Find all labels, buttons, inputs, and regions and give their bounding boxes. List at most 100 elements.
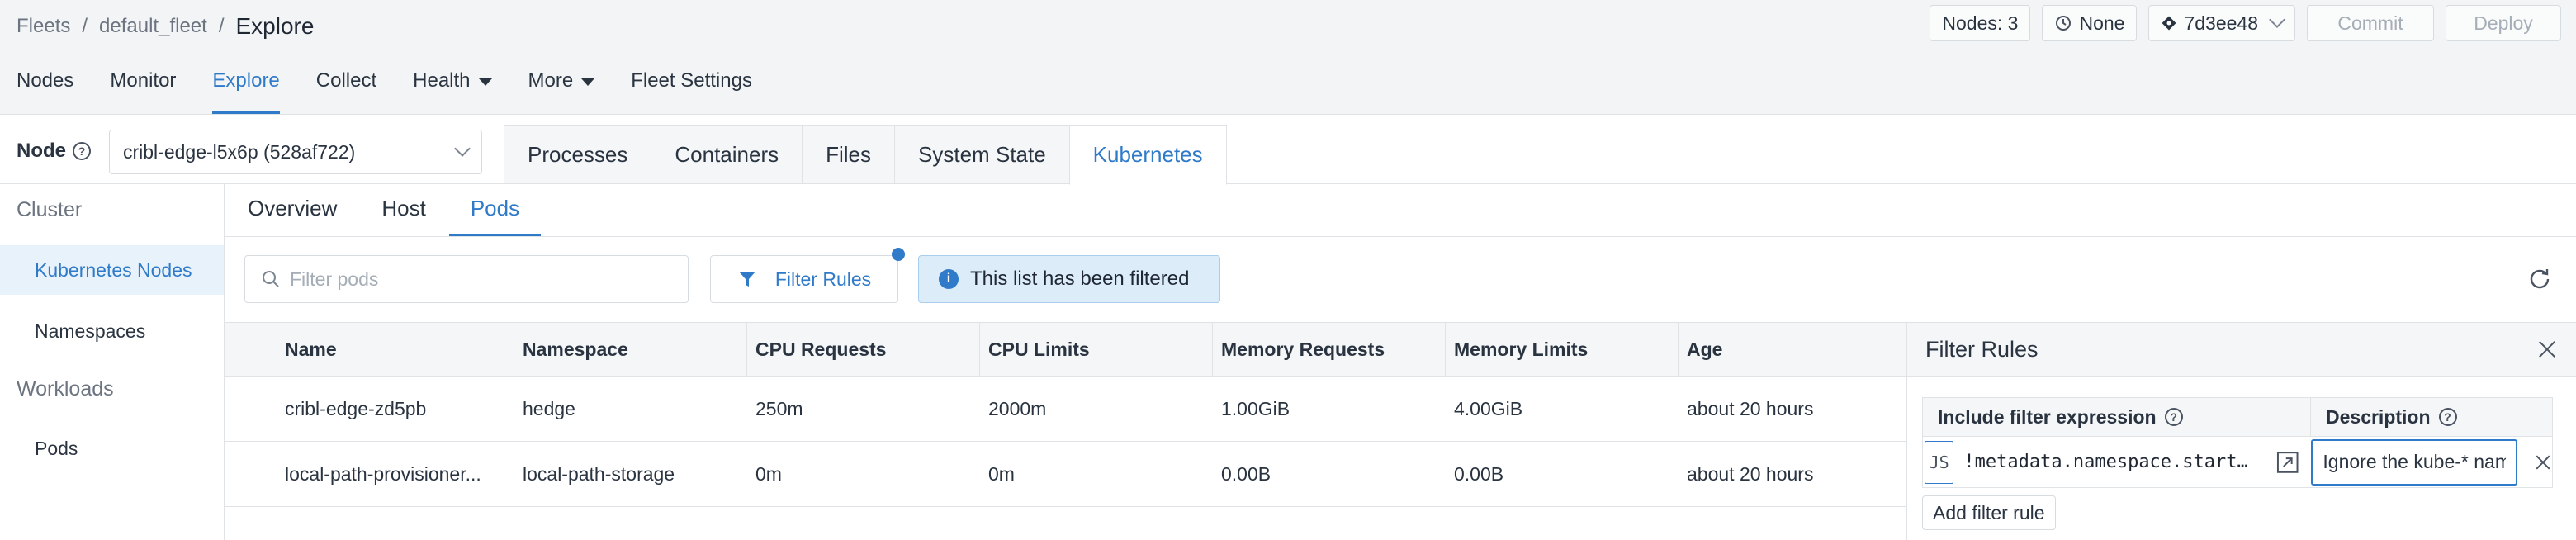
tab-files-label: Files <box>826 141 872 167</box>
tab-containers[interactable]: Containers <box>651 125 803 184</box>
help-icon[interactable]: ? <box>2438 408 2457 426</box>
caret-down-icon <box>478 78 492 86</box>
node-select[interactable]: cribl-edge-l5x6p (528af722) <box>109 130 482 174</box>
nav-explore[interactable]: Explore <box>212 66 280 114</box>
nodes-count-badge[interactable]: Nodes: 3 <box>1930 5 2031 41</box>
history-icon <box>2056 16 2072 31</box>
nav-collect[interactable]: Collect <box>316 66 376 114</box>
filter-active-indicator <box>892 248 905 261</box>
commit-hash-label: 7d3ee48 <box>2184 12 2258 34</box>
commit-button[interactable]: Commit <box>2307 5 2434 41</box>
deploy-button[interactable]: Deploy <box>2446 5 2561 41</box>
column-header[interactable]: CPU Requests <box>747 323 980 376</box>
help-icon[interactable]: ? <box>73 142 91 160</box>
cell-name: local-path-provisioner... <box>285 462 481 485</box>
page-title: Explore <box>235 13 315 39</box>
subtab-host-label: Host <box>381 196 426 220</box>
cell-cpu-limits: 2000m <box>988 397 1047 419</box>
filter-rules-button[interactable]: Filter Rules <box>710 255 898 303</box>
help-icon[interactable]: ? <box>2164 408 2183 426</box>
cell-namespace: local-path-storage <box>523 462 675 485</box>
column-header[interactable]: Namespace <box>514 323 747 376</box>
nav-more-label: More <box>528 69 574 92</box>
cell-name: cribl-edge-zd5pb <box>285 397 427 419</box>
nodes-count-label: Nodes: 3 <box>1942 12 2019 34</box>
sidebar-item-pods[interactable]: Pods <box>0 424 224 473</box>
nav-fleet-settings[interactable]: Fleet Settings <box>631 66 752 114</box>
breadcrumb-fleet[interactable]: default_fleet <box>99 12 207 41</box>
node-bar: Node ? cribl-edge-l5x6p (528af722) Proce… <box>0 115 2576 185</box>
commit-label: Commit <box>2337 12 2403 34</box>
filter-rules-table: Include filter expression ? Description … <box>1922 397 2553 488</box>
column-header[interactable]: Age <box>1679 323 1906 376</box>
add-filter-rule-label: Add filter rule <box>1933 501 2045 523</box>
subtabs-divider <box>225 236 2576 237</box>
subtab-pods[interactable]: Pods <box>448 184 542 237</box>
top-header: Fleets / default_fleet / Explore Nodes: … <box>0 0 2576 115</box>
refresh-icon[interactable] <box>2528 267 2551 290</box>
sidebar-item-namespaces[interactable]: Namespaces <box>0 306 224 356</box>
none-selector[interactable]: None <box>2042 5 2138 41</box>
cell-namespace: hedge <box>523 397 575 419</box>
table-row[interactable]: local-path-provisioner... local-path-sto… <box>225 442 1906 507</box>
filter-expression-field[interactable]: !metadata.namespace.startsWith('kube-') <box>1963 452 2257 472</box>
nav-more[interactable]: More <box>528 66 595 114</box>
filter-rules-panel-title: Filter Rules <box>1925 336 2039 362</box>
nav-nodes[interactable]: Nodes <box>17 66 73 114</box>
nav-fleet-settings-label: Fleet Settings <box>631 69 752 92</box>
chevron-down-icon <box>454 140 471 157</box>
sidebar-item-kubernetes-nodes[interactable]: Kubernetes Nodes <box>0 245 224 295</box>
filter-pods-input[interactable] <box>290 268 670 291</box>
explore-tabs: Processes Containers Files System State … <box>504 125 1227 185</box>
node-label: Node ? <box>17 140 91 163</box>
column-header[interactable]: Name <box>225 323 514 376</box>
sidebar-item-label: Kubernetes Nodes <box>35 258 192 281</box>
subtab-host[interactable]: Host <box>381 184 425 237</box>
column-include-filter-expression: Include filter expression ? <box>1923 398 2311 436</box>
nav-health[interactable]: Health <box>413 66 492 114</box>
cell-age: about 20 hours <box>1687 397 1814 419</box>
close-icon[interactable] <box>2536 339 2558 360</box>
tab-files[interactable]: Files <box>802 125 895 184</box>
add-filter-rule-button[interactable]: Add filter rule <box>1922 495 2056 530</box>
column-description: Description ? <box>2311 398 2517 436</box>
expand-editor-icon[interactable] <box>2275 450 2299 475</box>
filtered-notice: i This list has been filtered <box>918 255 1220 303</box>
commit-icon <box>2162 16 2176 31</box>
sidebar: Cluster Kubernetes Nodes Namespaces Work… <box>0 184 225 540</box>
chevron-down-icon <box>2269 12 2285 28</box>
description-input[interactable] <box>2311 438 2518 486</box>
nav-health-label: Health <box>413 69 471 92</box>
column-header[interactable]: CPU Limits <box>980 323 1213 376</box>
search-icon <box>263 271 279 287</box>
tab-processes-label: Processes <box>528 141 628 167</box>
cell-cpu-requests: 0m <box>755 462 782 485</box>
table-row[interactable]: cribl-edge-zd5pb hedge 250m 2000m 1.00Gi… <box>225 377 1906 442</box>
cell-cpu-requests: 250m <box>755 397 803 419</box>
tab-kubernetes[interactable]: Kubernetes <box>1068 125 1227 185</box>
nav-explore-label: Explore <box>212 69 280 92</box>
column-header[interactable]: Memory Limits <box>1446 323 1679 376</box>
remove-rule-icon[interactable] <box>2534 453 2552 471</box>
node-select-value: cribl-edge-l5x6p (528af722) <box>123 140 356 163</box>
sidebar-item-label: Namespaces <box>35 320 146 342</box>
header-actions: Nodes: 3 None 7d3ee48 Commit Deploy <box>1930 5 2561 41</box>
js-language-toggle[interactable]: JS <box>1925 440 1954 484</box>
commit-hash-selector[interactable]: 7d3ee48 <box>2148 5 2295 41</box>
filter-rules-header: Include filter expression ? Description … <box>1922 397 2553 437</box>
subtab-overview[interactable]: Overview <box>248 184 337 237</box>
breadcrumb-fleets[interactable]: Fleets <box>17 12 70 41</box>
filtered-notice-text: This list has been filtered <box>970 268 1190 290</box>
tab-containers-label: Containers <box>675 141 779 167</box>
info-icon: i <box>939 269 959 289</box>
column-header[interactable]: Memory Requests <box>1213 323 1446 376</box>
nav-monitor[interactable]: Monitor <box>110 66 176 114</box>
nav-monitor-label: Monitor <box>110 69 177 92</box>
tab-processes[interactable]: Processes <box>504 125 651 184</box>
tab-system-state[interactable]: System State <box>894 125 1069 184</box>
sidebar-section-cluster: Cluster <box>17 198 83 221</box>
column-label: Include filter expression <box>1938 405 2157 428</box>
table-header: Name Namespace CPU Requests CPU Limits M… <box>225 322 1906 377</box>
pods-table: Name Namespace CPU Requests CPU Limits M… <box>225 322 1906 507</box>
filter-icon <box>738 272 755 287</box>
